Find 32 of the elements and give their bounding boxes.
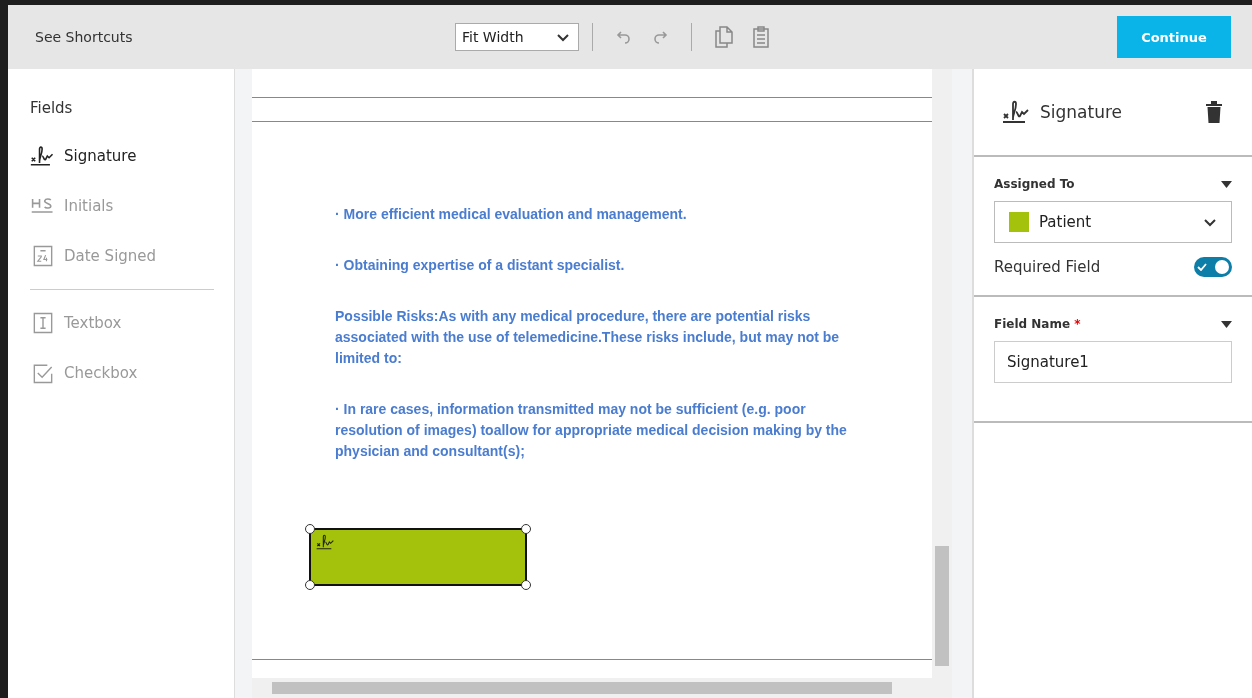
panel-title: Signature: [1040, 102, 1123, 122]
sidebar-heading: Fields: [30, 99, 74, 117]
copy-icon[interactable]: [715, 26, 733, 48]
shortcuts-link[interactable]: See Shortcuts: [35, 29, 455, 45]
assignee-select[interactable]: Patient: [994, 201, 1232, 243]
document-paragraph: · In rare cases, information transmitted may not be sufficient (e.g. poor resolution of images) toallow for appropriate medical decision making by the physician and consultant(s);: [335, 400, 848, 461]
check-icon: [1197, 263, 1207, 271]
zoom-select[interactable]: Fit Width: [455, 23, 579, 51]
document-paragraph: Possible Risks:As with any medical procedure, there are potential risks associated with the use of telemedicine.These risks include, but may not be limited to:: [335, 307, 841, 368]
clipboard-icon[interactable]: [753, 26, 769, 48]
chevron-icon: [556, 32, 570, 42]
field-type-item[interactable]: Signature: [30, 131, 214, 181]
resize-handle[interactable]: [521, 524, 531, 534]
resize-handle[interactable]: [305, 580, 315, 590]
vertical-scrollbar[interactable]: [932, 69, 952, 678]
signature-icon: [316, 534, 336, 550]
field-name-label: Field Name *: [994, 317, 1081, 331]
field-name-input[interactable]: Signature1: [994, 341, 1232, 383]
horizontal-scrollbar[interactable]: [252, 678, 952, 698]
resize-handle[interactable]: [305, 524, 315, 534]
assigned-to-label: Assigned To: [994, 177, 1075, 191]
chevron-icon: [1203, 217, 1217, 227]
resize-handle[interactable]: [521, 580, 531, 590]
document-paragraph: · More efficient medical evaluation and management.: [335, 205, 688, 224]
trash-icon[interactable]: [1206, 101, 1222, 123]
collapse-icon[interactable]: [1221, 320, 1232, 328]
required-toggle[interactable]: [1194, 257, 1232, 277]
document-paragraph: · Obtaining expertise of a distant specialist.: [335, 256, 626, 275]
signature-icon: [1002, 100, 1032, 124]
collapse-icon[interactable]: [1221, 180, 1232, 188]
required-field-label: Required Field: [994, 258, 1101, 276]
signature-icon: [30, 144, 56, 168]
